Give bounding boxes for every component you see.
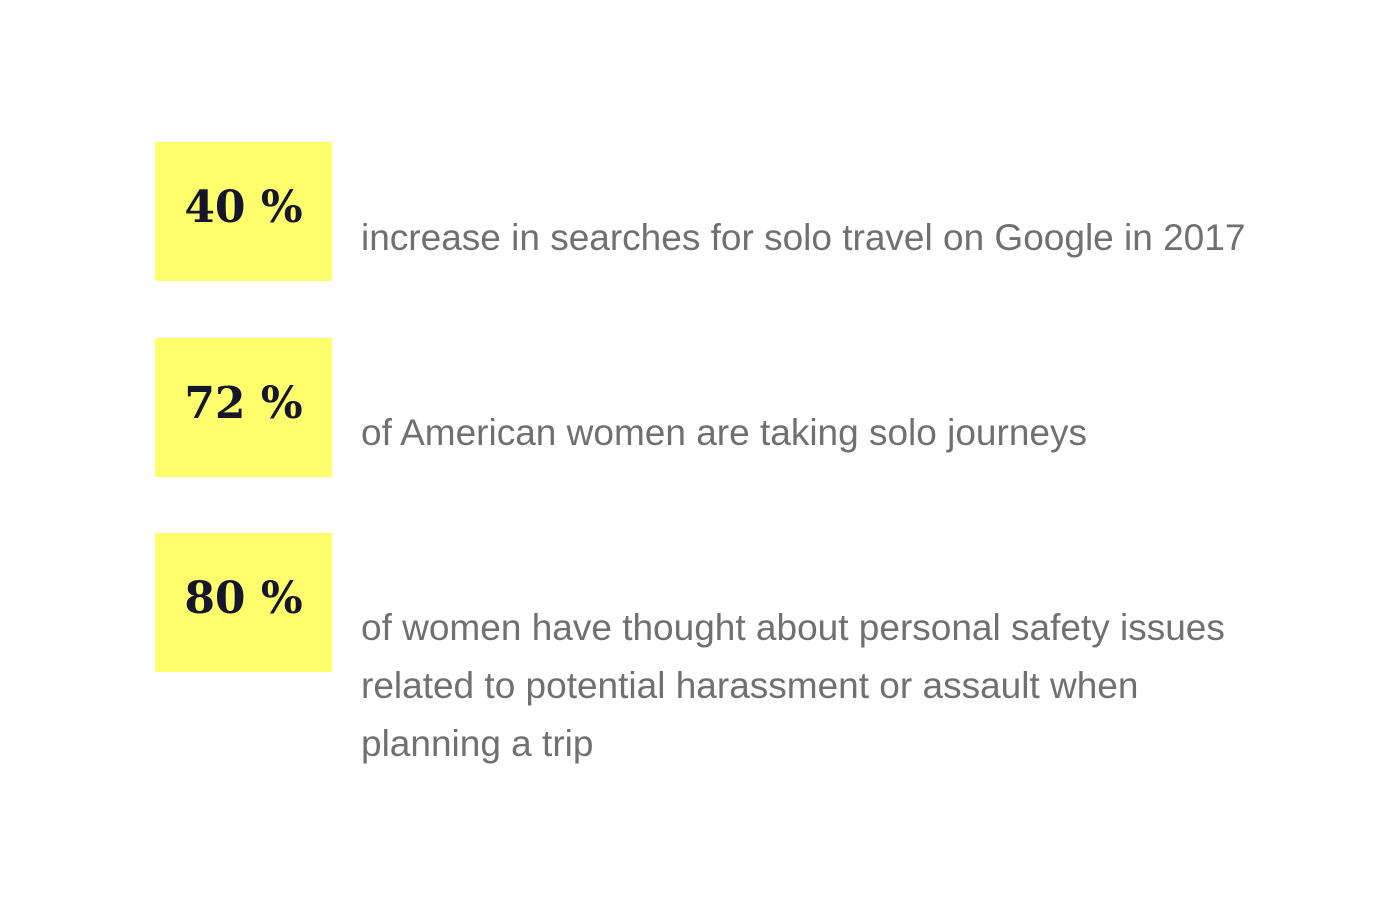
stat-description: of American women are taking solo journe…: [361, 412, 1087, 453]
stat-value: 40 %: [184, 181, 303, 233]
stat-value-box: 80 %: [155, 533, 332, 672]
stat-value: 80 %: [184, 572, 303, 624]
stat-description: increase in searches for solo travel on …: [361, 217, 1246, 258]
stat-value: 72 %: [184, 377, 303, 429]
stat-value-box: 72 %: [155, 338, 332, 477]
stat-description: of women have thought about personal saf…: [361, 607, 1225, 764]
stat-value-box: 40 %: [155, 142, 332, 281]
